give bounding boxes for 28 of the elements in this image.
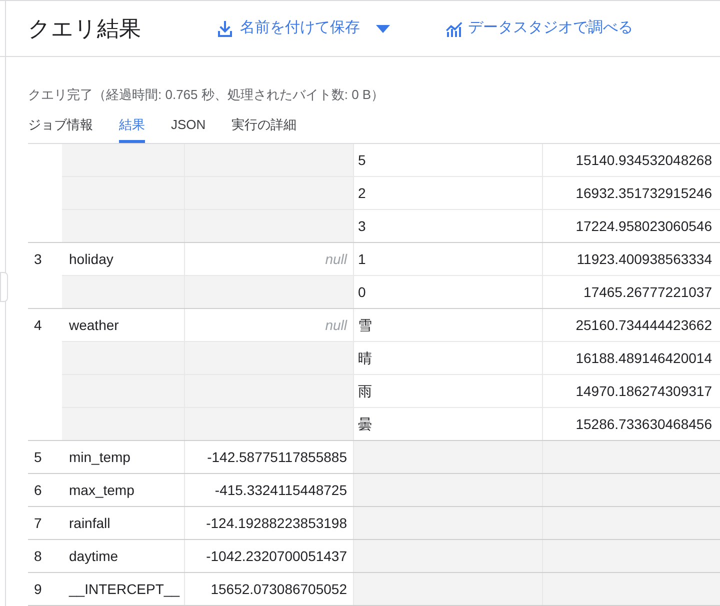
row-number: 7 (33, 514, 43, 532)
tab[interactable]: ジョブ情報 (28, 115, 93, 143)
row-number: 8 (33, 546, 43, 566)
row-number: 3 (33, 250, 43, 269)
save-button[interactable]: 名前を付けて保存 (218, 17, 390, 40)
resize-handle[interactable] (0, 272, 8, 302)
table-cell: 1 (354, 243, 543, 276)
row-number: 9 (33, 580, 43, 598)
table-cell: 晴 (354, 342, 543, 375)
table-cell: 5 (354, 144, 543, 177)
table-cell: 雪 (354, 309, 543, 342)
table-cell: 雨 (354, 375, 543, 408)
chart-icon (446, 20, 464, 36)
status-message: クエリ完了（経過時間: 0.765 秒、処理されたバイト数: 0 B） (27, 86, 386, 103)
table-cell: null (185, 243, 354, 276)
row-number: 5 (33, 448, 43, 466)
row-number: 4 (33, 316, 43, 335)
tab[interactable]: JSON (171, 115, 206, 143)
table-cell: 2 (354, 177, 543, 210)
tab[interactable]: 実行の詳細 (232, 115, 297, 143)
explore-button[interactable]: データスタジオで調べる (446, 17, 633, 40)
panel-title: クエリ結果 (28, 15, 142, 43)
caret-icon (376, 24, 390, 32)
table-cell: null (185, 309, 354, 342)
row-number: 6 (33, 480, 43, 500)
table-cell: holiday (62, 243, 185, 276)
table-cell: weather (62, 309, 185, 342)
download-icon (218, 20, 232, 36)
